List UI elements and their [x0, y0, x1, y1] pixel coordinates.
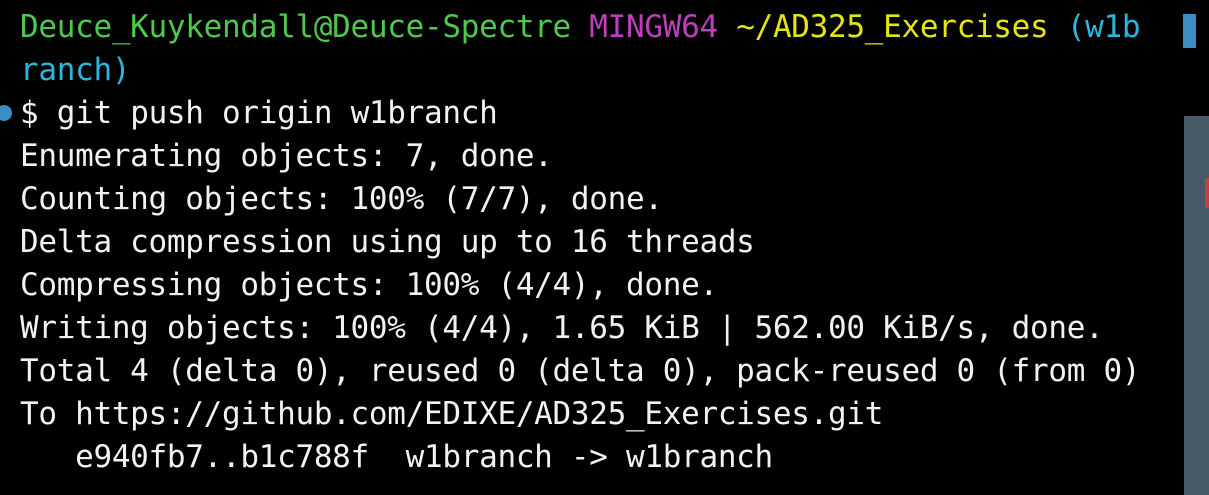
prompt-branch-start: (w1b [1066, 9, 1141, 45]
output-line: To https://github.com/EDIXE/AD325_Exerci… [20, 396, 884, 432]
command-decoration-icon[interactable] [0, 105, 12, 121]
output-line: Delta compression using up to 16 threads [20, 224, 755, 260]
terminal-cursor [1183, 14, 1196, 48]
command-prompt-symbol: $ [20, 95, 39, 131]
command-text: git push origin w1branch [56, 95, 498, 131]
prompt-branch-end: ranch) [20, 52, 131, 88]
scrollbar-thumb[interactable] [1184, 116, 1209, 495]
prompt-user-host: Deuce_Kuykendall@Deuce-Spectre [20, 9, 571, 45]
command-line: $ git push origin w1branch [20, 92, 498, 135]
output-line: Enumerating objects: 7, done. [20, 138, 553, 174]
output-line: Writing objects: 100% (4/4), 1.65 KiB | … [20, 310, 1104, 346]
prompt-shell: MINGW64 [589, 9, 718, 45]
prompt-line-wrap: ranch) [20, 49, 130, 92]
prompt-path: ~/AD325_Exercises [736, 9, 1049, 45]
terminal-window[interactable]: Deuce_Kuykendall@Deuce-Spectre MINGW64 ~… [0, 0, 1209, 495]
output-line: Total 4 (delta 0), reused 0 (delta 0), p… [20, 353, 1141, 389]
output-line: e940fb7..b1c788f w1branch -> w1branch [20, 439, 773, 475]
output-line: Compressing objects: 100% (4/4), done. [20, 267, 718, 303]
output-line: Counting objects: 100% (7/7), done. [20, 181, 663, 217]
prompt-line: Deuce_Kuykendall@Deuce-Spectre MINGW64 ~… [20, 6, 1141, 49]
scroll-marker [1205, 178, 1209, 208]
